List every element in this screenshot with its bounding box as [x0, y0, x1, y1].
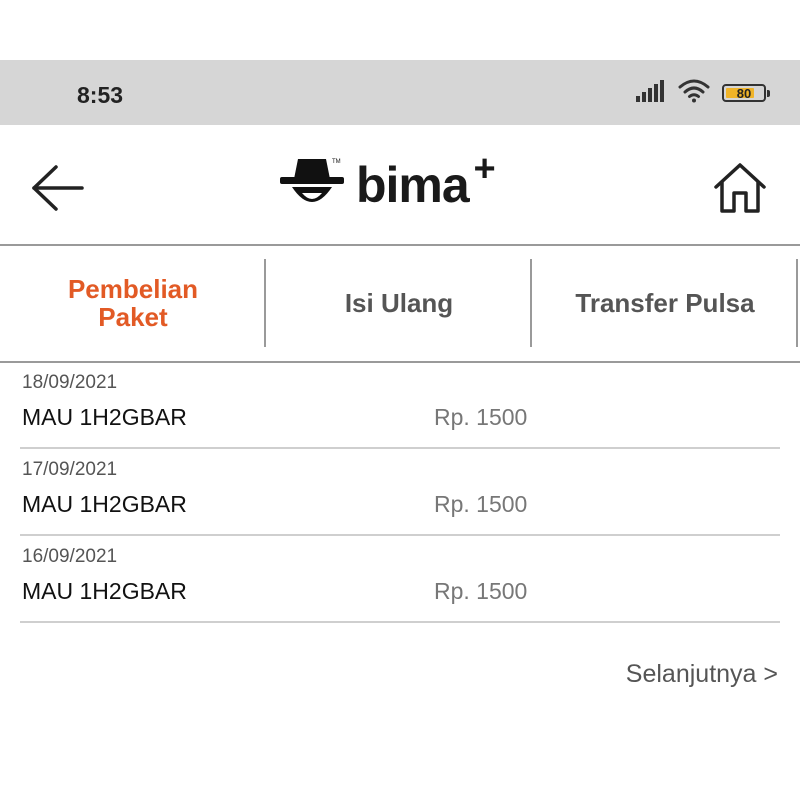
tab-bar: Pembelian Paket Isi Ulang Transfer Pulsa: [0, 245, 800, 363]
list-item[interactable]: 17/09/2021 MAU 1H2GBAR Rp. 1500: [20, 449, 780, 536]
wifi-icon: [678, 79, 710, 108]
transaction-name: MAU 1H2GBAR: [22, 578, 187, 604]
spy-hat-logo-icon: TM: [280, 159, 344, 202]
tab-label: Isi Ulang: [344, 288, 454, 318]
transaction-date: 18/09/2021: [22, 372, 118, 393]
signal-icon: [636, 79, 666, 107]
bima-logo: TM bima +: [280, 148, 496, 215]
home-icon: [714, 163, 766, 213]
transaction-name: MAU 1H2GBAR: [22, 404, 187, 430]
transaction-price: Rp. 1500: [434, 491, 528, 517]
status-time: 8:53: [77, 82, 124, 108]
app-header: TM bima +: [0, 125, 800, 246]
tab-isi-ulang[interactable]: Isi Ulang: [266, 245, 532, 361]
brand-name: bima +: [356, 148, 496, 213]
back-button[interactable]: [28, 163, 88, 213]
transaction-price: Rp. 1500: [434, 404, 528, 430]
tab-label: Pembelian: [67, 274, 199, 304]
transaction-date: 16/09/2021: [22, 546, 118, 567]
status-bar: 8:53 80: [0, 60, 800, 125]
tab-label: Transfer Pulsa: [575, 288, 755, 318]
transaction-list: 18/09/2021 MAU 1H2GBAR Rp. 1500 17/09/20…: [20, 362, 780, 623]
status-icons: 80: [636, 79, 770, 108]
transaction-date: 17/09/2021: [22, 459, 118, 480]
arrow-left-icon: [32, 165, 84, 211]
list-item[interactable]: 16/09/2021 MAU 1H2GBAR Rp. 1500: [20, 536, 780, 623]
battery-icon: 80: [722, 84, 770, 102]
next-page-link[interactable]: Selanjutnya >: [626, 660, 778, 689]
tab-pembelian-paket[interactable]: Pembelian Paket: [0, 245, 266, 361]
tab-label: Paket: [98, 302, 168, 332]
tab-divider: [796, 259, 798, 347]
trademark: TM: [332, 159, 341, 165]
transaction-name: MAU 1H2GBAR: [22, 491, 187, 517]
brand-plus: +: [473, 148, 496, 190]
battery-level: 80: [736, 85, 752, 101]
list-item[interactable]: 18/09/2021 MAU 1H2GBAR Rp. 1500: [20, 362, 780, 449]
home-button[interactable]: [712, 161, 768, 215]
transaction-price: Rp. 1500: [434, 578, 528, 604]
tab-transfer-pulsa[interactable]: Transfer Pulsa: [532, 245, 798, 361]
